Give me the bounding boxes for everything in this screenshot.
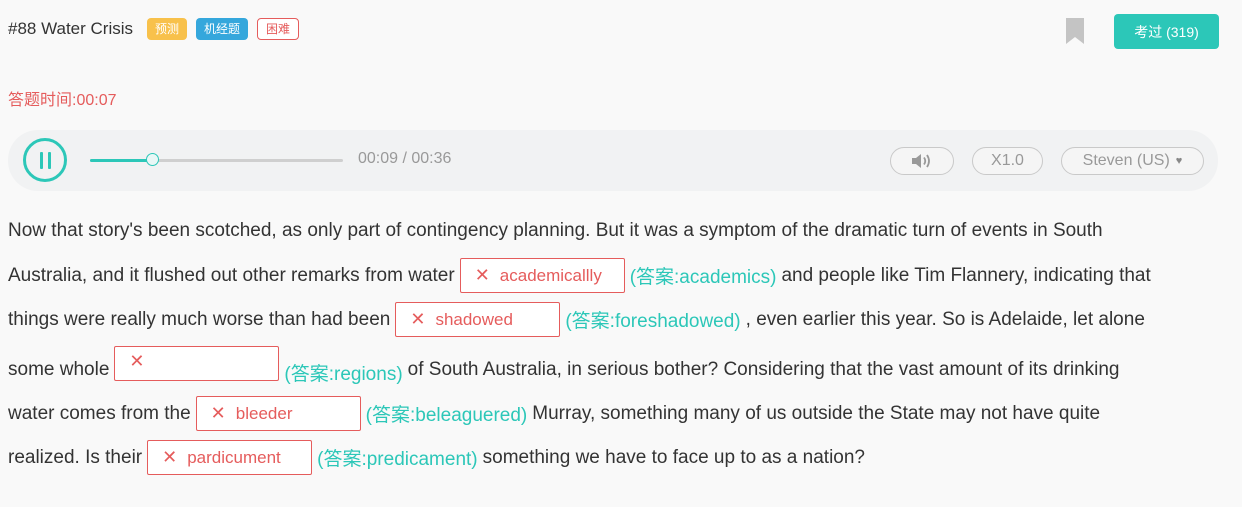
timer-label: 答题时间: (8, 92, 77, 109)
wrong-icon: ✕ (210, 403, 226, 423)
tag-difficulty: 困难 (257, 18, 300, 40)
wrong-icon: ✕ (474, 265, 490, 285)
passage-text: water comes from the (8, 402, 191, 424)
attempt-count-button[interactable]: 考过 (319) (1114, 14, 1219, 49)
timer-value: 00:07 (76, 92, 117, 109)
wrong-icon: ✕ (129, 351, 145, 371)
passage-line: Australia, and it flushed out other rema… (8, 258, 1151, 293)
answer-timer: 答题时间:00:07 (8, 86, 117, 110)
tag-prediction: 预测 (147, 18, 188, 40)
volume-icon (912, 154, 930, 168)
answer-blank-2[interactable]: ✕ shadowed (395, 302, 561, 337)
answer-blank-1[interactable]: ✕ academicallly (459, 258, 625, 293)
passage-line: some whole ✕ (答案:regions) of South Austr… (8, 346, 1120, 386)
passage-text: and people like Tim Flannery, indicating… (781, 264, 1151, 286)
passage-text: Australia, and it flushed out other rema… (8, 264, 455, 286)
speed-button[interactable]: X1.0 (972, 147, 1043, 175)
passage-line: things were really much worse than had b… (8, 302, 1145, 337)
passage-text: some whole (8, 359, 110, 380)
correct-answer: (答案:beleaguered) (365, 405, 528, 426)
passage-text: realized. Is their (8, 446, 143, 468)
volume-button[interactable] (890, 147, 954, 175)
passage-text: something we have to face up to as a nat… (482, 446, 865, 468)
passage-line: Now that story's been scotched, as only … (8, 220, 1103, 242)
passage-text: of South Australia, in serious bother? C… (407, 359, 1120, 380)
passage-line: water comes from the ✕ bleeder (答案:belea… (8, 396, 1100, 431)
answer-blank-3[interactable]: ✕ (114, 346, 280, 381)
progress-fill (90, 159, 154, 162)
tag-machine-question: 机经题 (196, 18, 249, 40)
passage-text: things were really much worse than had b… (8, 308, 391, 330)
wrong-icon: ✕ (162, 447, 178, 467)
progress-handle[interactable] (146, 153, 160, 166)
user-answer: bleeder (235, 403, 293, 423)
correct-answer: (答案:academics) (629, 267, 777, 288)
question-title: #88 Water Crisis (8, 19, 134, 38)
passage-text: Murray, something many of us outside the… (532, 402, 1101, 424)
user-answer: shadowed (435, 309, 513, 329)
correct-answer: (答案:predicament) (317, 449, 478, 470)
bookmark-icon[interactable] (1066, 18, 1084, 44)
question-header: #88 Water Crisis 预测 机经题 困难 (8, 18, 308, 40)
pause-icon-bar (39, 151, 43, 169)
wrong-icon: ✕ (410, 309, 426, 329)
user-answer: academicallly (499, 265, 602, 285)
user-answer: pardicument (187, 447, 281, 467)
correct-answer: (答案:regions) (284, 364, 403, 385)
correct-answer: (答案:foreshadowed) (565, 311, 741, 332)
voice-label: Steven (US) (1082, 152, 1170, 169)
progress-track[interactable] (90, 153, 343, 166)
time-display: 00:09 / 00:36 (358, 150, 452, 167)
pause-icon-bar (47, 151, 51, 169)
passage-line: realized. Is their ✕ pardicument (答案:pre… (8, 440, 865, 475)
audio-player: 00:09 / 00:36 X1.0 Steven (US) ♥ (8, 130, 1218, 191)
heart-icon: ♥ (1175, 155, 1183, 167)
passage-text: , even earlier this year. So is Adelaide… (745, 308, 1145, 330)
voice-select[interactable]: Steven (US) ♥ (1061, 147, 1204, 175)
pause-button[interactable] (23, 138, 67, 182)
passage-text: Now that story's been scotched, as only … (8, 220, 1103, 241)
answer-blank-4[interactable]: ✕ bleeder (195, 396, 361, 431)
answer-blank-5[interactable]: ✕ pardicument (147, 440, 313, 475)
